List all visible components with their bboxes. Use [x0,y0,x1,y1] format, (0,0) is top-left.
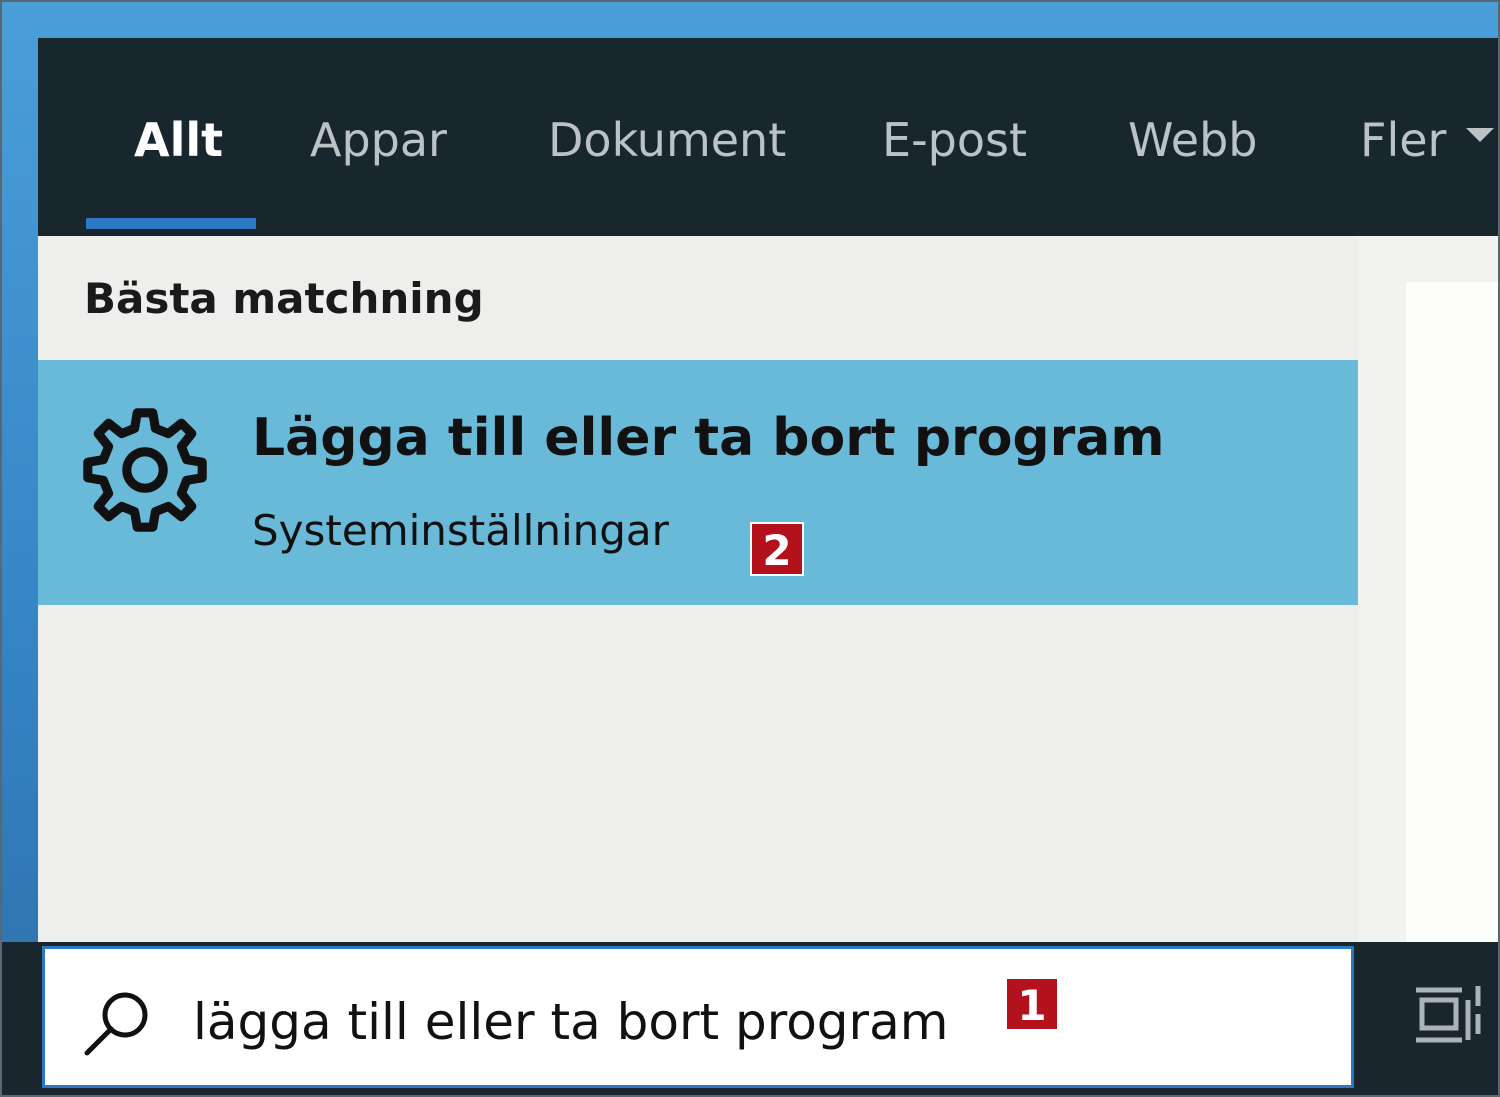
search-query-text: lägga till eller ta bort program [193,993,949,1051]
callout-badge-1: 1 [1005,977,1059,1031]
tab-e-post[interactable]: E-post [882,110,1027,170]
search-input[interactable]: lägga till eller ta bort program 1 [42,946,1354,1088]
tab-dokument[interactable]: Dokument [548,110,786,170]
tab-appar[interactable]: Appar [310,110,447,170]
tab-allt[interactable]: Allt [134,110,223,170]
taskbar: lägga till eller ta bort program 1 [0,942,1500,1097]
result-title: Lägga till eller ta bort program [252,408,1165,468]
tab-fler[interactable]: Fler [1360,110,1446,170]
chevron-down-icon[interactable] [1466,128,1494,142]
best-match-heading: Bästa matchning [84,274,484,323]
filter-tab-bar: Allt Appar Dokument E-post Webb Fler [38,38,1500,236]
gear-icon [83,408,207,532]
tab-webb[interactable]: Webb [1128,110,1258,170]
search-icon [84,992,148,1056]
preview-pane [1358,236,1500,942]
active-tab-indicator [86,218,256,229]
result-subtitle: Systeminställningar [252,506,669,555]
callout-badge-2: 2 [750,522,804,576]
task-view-icon[interactable] [1414,984,1484,1046]
search-panel: Allt Appar Dokument E-post Webb Fler Bäs… [0,38,1500,1097]
best-match-result[interactable]: Lägga till eller ta bort program Systemi… [38,360,1358,605]
preview-panel [1406,282,1500,942]
